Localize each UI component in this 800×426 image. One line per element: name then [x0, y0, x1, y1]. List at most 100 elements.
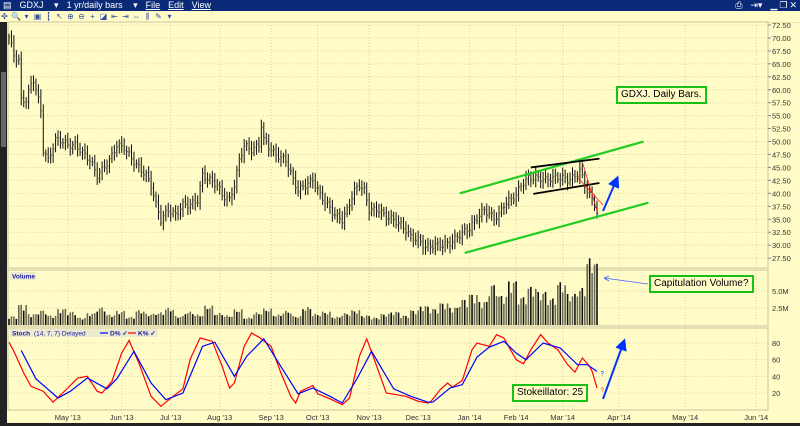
volume-bar — [116, 310, 118, 325]
price-tick-label: 72.50 — [772, 21, 791, 30]
volume-bar — [103, 311, 106, 325]
volume-bar — [294, 317, 297, 325]
volume-bar — [40, 310, 42, 325]
volume-bar — [596, 263, 598, 325]
volume-bar — [233, 309, 236, 325]
price-tick-label: 57.50 — [772, 99, 791, 108]
volume-bar — [321, 311, 324, 325]
volume-bar — [473, 303, 476, 325]
volume-bar — [133, 318, 135, 325]
volume-bar — [74, 315, 76, 325]
volume-bar — [108, 314, 111, 325]
volume-bar — [456, 307, 459, 325]
volume-bar — [25, 305, 27, 325]
volume-bar — [549, 300, 552, 325]
volume-bar — [419, 306, 422, 325]
price-tick-label: 40.00 — [772, 189, 791, 198]
scrollbar[interactable] — [0, 22, 7, 426]
volume-bar — [566, 294, 569, 325]
volume-bar — [69, 312, 72, 325]
volume-bar — [586, 264, 588, 325]
price-tick-label: 32.50 — [772, 228, 791, 237]
volume-bar — [280, 315, 282, 325]
volume-bar — [245, 318, 248, 325]
volume-bar — [427, 306, 429, 325]
volume-bar — [196, 314, 199, 325]
volume-bar — [412, 310, 415, 325]
volume-bar — [459, 307, 461, 325]
scrollbar-thumb[interactable] — [1, 72, 6, 147]
volume-bar — [478, 301, 481, 325]
volume-bar — [84, 318, 86, 325]
volume-bar — [302, 309, 304, 325]
volume-bar — [498, 296, 500, 325]
volume-bar — [191, 314, 194, 325]
x-tick-label: Dec '13 — [406, 413, 431, 422]
volume-bar — [356, 313, 358, 325]
volume-bar — [370, 319, 373, 325]
volume-bar — [441, 303, 444, 325]
volume-bar — [263, 308, 265, 325]
volume-bar — [221, 315, 223, 325]
price-tick-label: 30.00 — [772, 241, 791, 250]
volume-bar — [314, 313, 317, 325]
stoch-annotation: Stokeillator: 25 — [512, 384, 589, 402]
volume-bar — [35, 314, 37, 325]
volume-bar — [204, 305, 206, 325]
volume-bar — [184, 314, 187, 325]
volume-bar — [59, 313, 62, 325]
price-tick-label: 52.50 — [772, 125, 791, 134]
volume-bar — [64, 308, 67, 325]
volume-bar — [243, 318, 245, 325]
volume-bar — [147, 316, 150, 325]
volume-bar — [297, 317, 299, 325]
volume-panel-label: Volume — [12, 274, 35, 281]
volume-bar — [91, 313, 94, 325]
volume-bar — [495, 296, 498, 325]
volume-bar — [177, 317, 179, 325]
volume-bar — [130, 316, 133, 325]
x-tick-label: Feb '14 — [504, 413, 529, 422]
volume-bar — [334, 318, 336, 325]
volume-bar — [238, 311, 241, 325]
volume-bar — [537, 292, 539, 325]
x-tick-label: Mar '14 — [550, 413, 575, 422]
volume-tick-label: 2.5M — [772, 304, 789, 313]
volume-bar — [98, 308, 101, 325]
volume-bar — [503, 303, 505, 325]
volume-bar — [47, 315, 49, 325]
x-tick-label: Nov '13 — [357, 413, 382, 422]
volume-bar — [120, 312, 123, 325]
price-tick-label: 37.50 — [772, 202, 791, 211]
price-tick-label: 27.50 — [772, 254, 791, 263]
volume-bar — [422, 311, 424, 325]
volume-bar — [520, 298, 522, 325]
volume-bar — [228, 316, 231, 325]
volume-bar — [10, 316, 13, 325]
volume-bar — [292, 316, 294, 325]
stoch-tick-label: 60 — [772, 356, 780, 365]
volume-bar — [96, 311, 98, 325]
volume-bar — [199, 316, 201, 325]
volume-bar — [414, 314, 417, 325]
volume-bar — [530, 286, 532, 325]
volume-bar — [395, 311, 397, 325]
volume-bar — [182, 316, 184, 325]
volume-bar — [71, 311, 74, 325]
volume-bar — [304, 310, 307, 325]
volume-bar — [150, 314, 152, 325]
volume-bar — [160, 312, 162, 325]
volume-bar — [270, 308, 272, 325]
volume-bar — [135, 311, 138, 325]
volume-bar — [468, 294, 471, 325]
volume-bar — [424, 306, 427, 325]
volume-bar — [309, 309, 312, 325]
chart-canvas[interactable]: May '13 Jun '13 Jul '13 Aug '13 Sep '13 Oct '… — [0, 0, 800, 426]
volume-bar — [272, 315, 275, 325]
volume-bar — [201, 315, 204, 325]
x-tick-label: Apr '14 — [607, 413, 631, 422]
volume-bar — [444, 309, 446, 325]
volume-bar — [67, 315, 69, 325]
volume-bar — [466, 307, 468, 325]
x-tick-label: Jul '13 — [160, 413, 181, 422]
